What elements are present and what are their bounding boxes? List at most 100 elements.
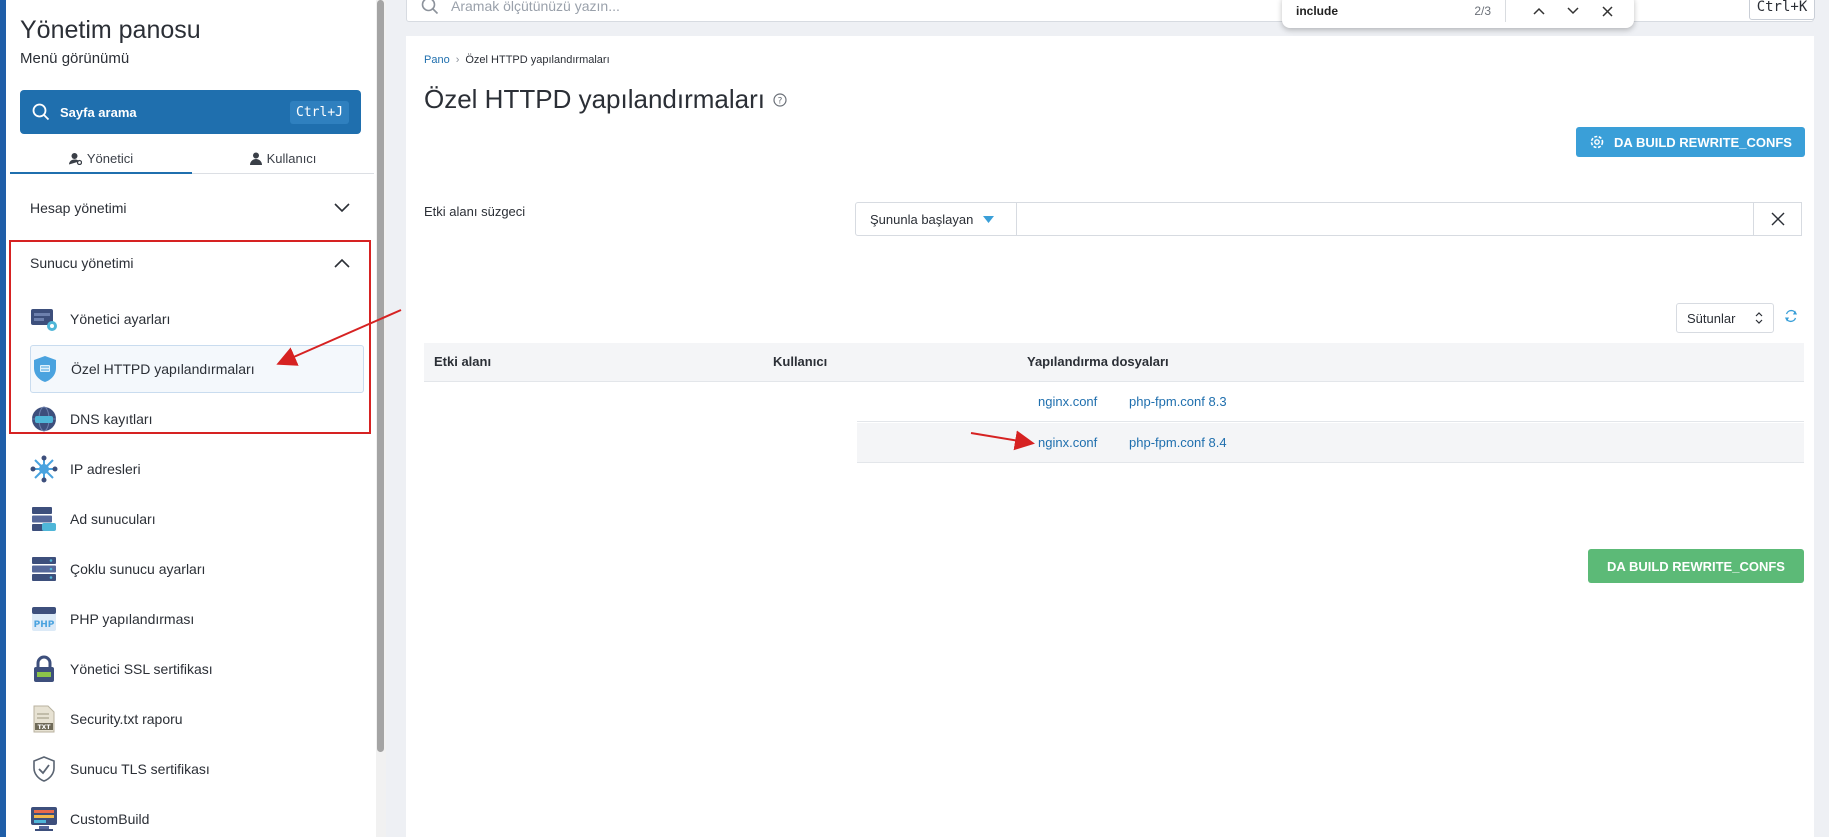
page-title: Özel HTTPD yapılandırmaları — [424, 84, 765, 114]
find-in-page-bar: include 2/3 — [1282, 0, 1634, 28]
gear-icon — [1590, 135, 1604, 149]
sidebar-item-admin-ssl[interactable]: Yönetici SSL sertifikası — [30, 647, 370, 691]
columns-select[interactable]: Sütunlar — [1676, 303, 1774, 333]
domain-filter-input[interactable] — [1016, 202, 1754, 236]
php-fpm-conf-link[interactable]: php-fpm.conf 8.3 — [1129, 394, 1227, 409]
menu-view-label: Menü görünümü — [20, 50, 130, 67]
caret-down-icon — [983, 215, 995, 223]
search-icon — [32, 103, 50, 121]
text-file-icon: TXT — [30, 705, 58, 733]
tab-user[interactable]: Kullanıcı — [192, 144, 374, 174]
find-match-count: 2/3 — [1474, 4, 1491, 18]
domain-filter-label: Etki alanı süzgeci — [424, 204, 526, 219]
sidebar: Yönetim panosu Menü görünümü Sayfa arama… — [6, 0, 376, 837]
nginx-conf-link[interactable]: nginx.conf — [1038, 394, 1097, 409]
sidebar-item-server-tls[interactable]: Sunucu TLS sertifikası — [30, 747, 370, 791]
columns-label: Sütunlar — [1687, 310, 1736, 326]
php-fpm-conf-link[interactable]: php-fpm.conf 8.4 — [1129, 435, 1227, 450]
filter-mode-value: Şununla başlayan — [870, 211, 974, 227]
find-next-button[interactable] — [1560, 0, 1586, 24]
role-tabs: Yönetici Kullanıcı — [10, 144, 374, 174]
sidebar-item-ip-addresses[interactable]: IP adresleri — [30, 447, 370, 491]
breadcrumb-separator-icon: › — [455, 54, 460, 66]
tab-admin-label: Yönetici — [86, 150, 134, 166]
sidebar-item-label: PHP yapılandırması — [70, 611, 195, 627]
sidebar-item-custombuild[interactable]: CustomBuild — [30, 797, 370, 837]
close-icon — [1601, 5, 1613, 17]
dns-globe-icon — [30, 405, 58, 433]
lock-icon — [30, 655, 58, 683]
column-header-domain[interactable]: Etki alanı — [434, 354, 491, 369]
sidebar-item-php-config[interactable]: PHP PHP yapılandırması — [30, 597, 370, 641]
multi-server-icon — [30, 555, 58, 583]
admin-settings-icon — [30, 305, 58, 333]
find-separator — [1505, 0, 1506, 22]
sidebar-item-label: Çoklu sunucu ayarları — [70, 561, 206, 577]
chevron-up-icon — [334, 258, 350, 268]
main-content: Pano › Özel HTTPD yapılandırmaları Özel … — [406, 36, 1814, 837]
breadcrumb-current: Özel HTTPD yapılandırmaları — [465, 54, 610, 66]
chevron-down-icon — [1567, 7, 1579, 15]
table-row: nginx.conf php-fpm.conf 8.3 — [857, 382, 1804, 422]
shield-icon — [31, 355, 59, 383]
filter-clear-button[interactable] — [1754, 202, 1802, 236]
table-row: nginx.conf php-fpm.conf 8.4 — [857, 423, 1804, 463]
page-search-shortcut: Ctrl+J — [290, 100, 349, 124]
page-title-wrap: Özel HTTPD yapılandırmaları ? — [424, 84, 787, 115]
sidebar-item-label: IP adresleri — [70, 461, 141, 477]
filter-mode-select[interactable]: Şununla başlayan — [855, 202, 1017, 236]
table-header: Etki alanı Kullanıcı Yapılandırma dosyal… — [424, 343, 1804, 381]
help-circle-icon[interactable]: ? — [773, 92, 787, 107]
sidebar-item-label: DNS kayıtları — [70, 411, 153, 427]
php-icon: PHP — [30, 605, 58, 633]
network-icon — [30, 455, 58, 483]
section-account-management[interactable]: Hesap yönetimi — [30, 196, 350, 220]
sidebar-item-label: Yönetici SSL sertifikası — [70, 661, 213, 677]
panel-title: Yönetim panosu — [20, 16, 201, 44]
sidebar-item-multi-server[interactable]: Çoklu sunucu ayarları — [30, 547, 370, 591]
sidebar-item-admin-settings[interactable]: Yönetici ayarları — [30, 297, 370, 341]
column-header-config-files[interactable]: Yapılandırma dosyaları — [1027, 354, 1169, 369]
user-icon — [249, 152, 262, 165]
sidebar-item-label: Ad sunucuları — [70, 511, 156, 527]
page-search-button[interactable]: Sayfa arama Ctrl+J — [20, 90, 361, 134]
rewrite-confs-label: DA BUILD REWRITE_CONFS — [1614, 134, 1792, 150]
breadcrumb: Pano › Özel HTTPD yapılandırmaları — [424, 54, 610, 66]
section-account-label: Hesap yönetimi — [30, 200, 127, 216]
nginx-conf-link[interactable]: nginx.conf — [1038, 435, 1097, 450]
global-search-placeholder: Aramak ölçütünüzü yazın... — [451, 0, 620, 14]
updown-icon — [1755, 312, 1763, 324]
sidebar-item-custom-httpd[interactable]: Özel HTTPD yapılandırmaları — [30, 345, 364, 393]
chevron-down-icon — [334, 203, 350, 213]
find-term[interactable]: include — [1296, 4, 1474, 18]
sidebar-item-label: Yönetici ayarları — [70, 311, 171, 327]
sidebar-item-security-txt[interactable]: TXT Security.txt raporu — [30, 697, 370, 741]
breadcrumb-home-link[interactable]: Pano — [424, 54, 450, 66]
sidebar-item-label: CustomBuild — [70, 811, 150, 827]
server-stack-icon — [30, 505, 58, 533]
sidebar-item-label: Sunucu TLS sertifikası — [70, 761, 210, 777]
sidebar-scrollbar-thumb[interactable] — [377, 0, 384, 752]
rewrite-confs-button-top[interactable]: DA BUILD REWRITE_CONFS — [1576, 127, 1805, 157]
find-close-button[interactable] — [1594, 0, 1620, 24]
tab-user-label: Kullanıcı — [266, 151, 317, 166]
page-search-label: Sayfa arama — [60, 104, 137, 120]
find-previous-button[interactable] — [1526, 0, 1552, 24]
sidebar-item-label: Özel HTTPD yapılandırmaları — [71, 361, 255, 377]
column-header-user[interactable]: Kullanıcı — [773, 354, 827, 369]
section-server-management[interactable]: Sunucu yönetimi — [30, 251, 350, 275]
shield-check-icon — [30, 755, 58, 783]
close-icon — [1771, 212, 1784, 226]
admin-user-icon — [68, 152, 82, 165]
svg-text:?: ? — [778, 96, 783, 106]
custombuild-icon — [30, 805, 58, 833]
php-badge-text: PHP — [34, 620, 55, 630]
rewrite-confs-button-bottom[interactable]: DA BUILD REWRITE_CONFS — [1588, 549, 1804, 583]
sidebar-item-dns-records[interactable]: DNS kayıtları — [30, 397, 370, 441]
global-search-shortcut: Ctrl+K — [1749, 0, 1815, 20]
tab-admin[interactable]: Yönetici — [10, 144, 192, 174]
refresh-icon[interactable] — [1784, 309, 1798, 323]
txt-badge-text: TXT — [38, 724, 52, 731]
sidebar-item-name-servers[interactable]: Ad sunucuları — [30, 497, 370, 541]
chevron-up-icon — [1533, 7, 1545, 15]
